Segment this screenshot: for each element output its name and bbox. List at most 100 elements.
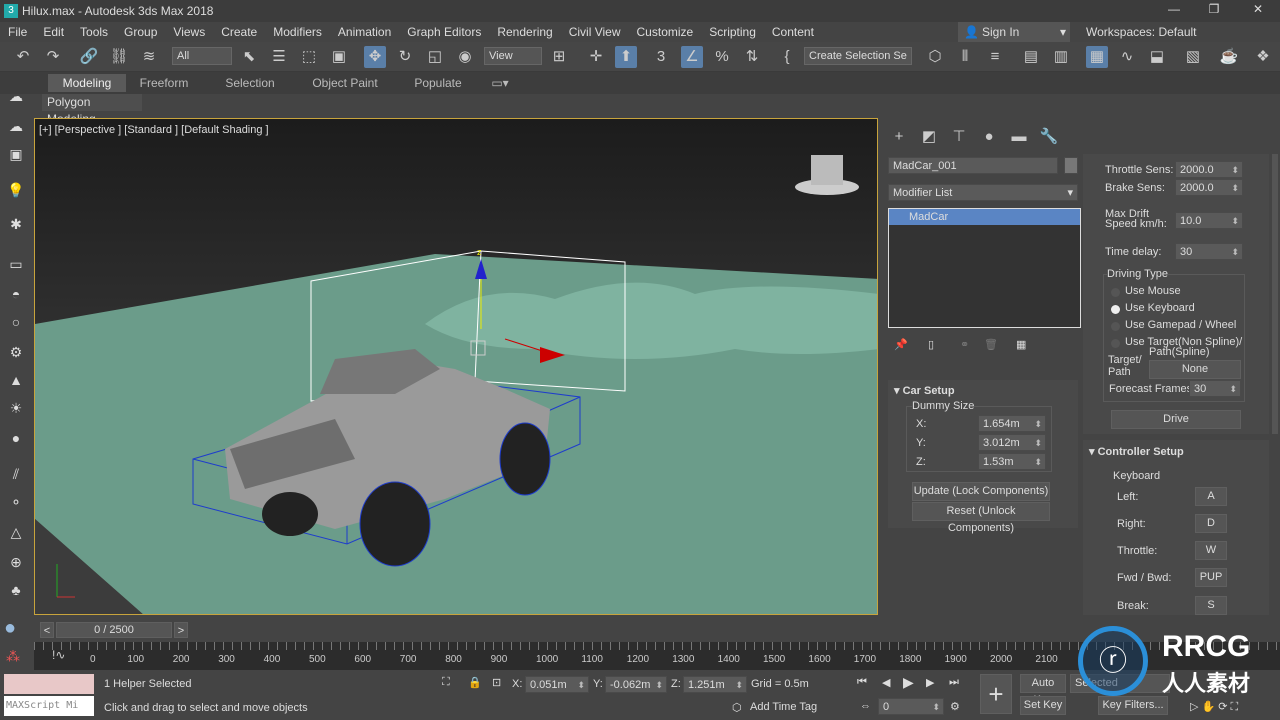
schematic-view-icon[interactable]: ∿: [1116, 46, 1138, 68]
time-delay-spinner[interactable]: 30: [1175, 243, 1243, 260]
link-icon[interactable]: 🔗: [78, 46, 100, 68]
redo-icon[interactable]: ↷: [42, 46, 64, 68]
break-key-button[interactable]: S: [1195, 596, 1227, 615]
window-crossing-icon[interactable]: ▣: [328, 46, 350, 68]
select-and-rotate-icon[interactable]: ↻: [394, 46, 416, 68]
lock-selection-icon[interactable]: 🔒: [468, 676, 482, 689]
layer-explorer-icon[interactable]: ▤: [1020, 46, 1042, 68]
motion-tab-icon[interactable]: ●: [978, 126, 1000, 148]
throttle-key-button[interactable]: W: [1195, 541, 1227, 560]
command-panel-scrollbar[interactable]: [1272, 154, 1278, 434]
key-mode-icon[interactable]: ⇔: [860, 700, 871, 712]
set-key-button[interactable]: Set Key: [1020, 696, 1066, 715]
helper-icon[interactable]: ✱: [6, 216, 26, 234]
curve-editor-icon[interactable]: ▦: [1086, 46, 1108, 68]
prev-frame-icon[interactable]: ◀: [882, 676, 890, 689]
tab-populate[interactable]: Populate: [404, 74, 472, 92]
named-selection-set-dropdown[interactable]: Create Selection Se: [804, 47, 912, 65]
menu-views[interactable]: Views: [165, 25, 213, 39]
make-unique-icon[interactable]: ⚭: [960, 338, 969, 351]
maxscript-listener-output[interactable]: [4, 674, 94, 694]
forecast-frames-spinner[interactable]: 30: [1189, 380, 1241, 397]
globe-icon[interactable]: ⊕: [6, 554, 26, 572]
prev-frame-button[interactable]: <: [40, 622, 54, 638]
particle-icon[interactable]: ⚬: [6, 494, 26, 512]
menu-group[interactable]: Group: [116, 25, 165, 39]
throttle-sens-spinner[interactable]: 2000.0: [1175, 161, 1243, 178]
plant-icon[interactable]: ♣: [6, 582, 26, 600]
left-key-button[interactable]: A: [1195, 487, 1227, 506]
right-key-button[interactable]: D: [1195, 514, 1227, 533]
minimize-button[interactable]: —: [1164, 2, 1184, 16]
next-frame-button[interactable]: >: [174, 622, 188, 638]
material-editor-icon[interactable]: ⬓: [1146, 46, 1168, 68]
menu-rendering[interactable]: Rendering: [489, 25, 560, 39]
angle-snap-icon[interactable]: ∠: [681, 46, 703, 68]
go-to-start-icon[interactable]: ⏮: [857, 676, 867, 689]
object-color-swatch[interactable]: [1064, 157, 1078, 174]
viewport-navigation-icons[interactable]: ▷ ✋ ⟳ ⛶: [1190, 700, 1238, 714]
pivot-center-icon[interactable]: ⊞: [548, 46, 570, 68]
perspective-viewport[interactable]: z [+] [Perspective ] [Standard ] [Defaul…: [34, 118, 878, 615]
cone-icon[interactable]: ▲: [6, 372, 26, 390]
z-coord-field[interactable]: 1.251m: [683, 676, 747, 693]
max-drift-spinner[interactable]: 10.0: [1175, 212, 1243, 229]
curve-editor-toggle-icon[interactable]: !∿: [52, 648, 65, 662]
y-coord-field[interactable]: -0.062m: [605, 676, 667, 693]
create-tab-icon[interactable]: +: [888, 126, 910, 148]
play-icon[interactable]: ▶: [903, 674, 914, 691]
polygon-modeling-panel[interactable]: Polygon Modeling: [42, 94, 142, 126]
menu-create[interactable]: Create: [213, 25, 265, 39]
place-icon[interactable]: ◉: [454, 46, 476, 68]
radio-use-mouse[interactable]: [1111, 288, 1120, 297]
reset-unlock-components-button[interactable]: Reset (Unlock Components): [912, 502, 1050, 534]
restore-button[interactable]: ❐: [1204, 2, 1224, 16]
snaps-toggle-icon[interactable]: 3: [650, 46, 672, 68]
sun-icon[interactable]: ☀: [6, 400, 26, 418]
dummy-x-spinner[interactable]: 1.654m: [978, 415, 1046, 432]
select-and-scale-icon[interactable]: ◱: [424, 46, 446, 68]
teapot-icon[interactable]: ☁: [6, 88, 26, 106]
x-coord-field[interactable]: 0.051m: [525, 676, 589, 693]
workspace-dropdown[interactable]: Workspaces: Default: [1086, 22, 1276, 42]
viewport-label[interactable]: [+] [Perspective ] [Standard ] [Default …: [39, 124, 269, 136]
stairs-icon[interactable]: ⫽: [6, 466, 26, 484]
utilities-tab-icon[interactable]: 🔧: [1038, 126, 1060, 148]
sphere-icon[interactable]: ○: [6, 314, 26, 332]
car-setup-title[interactable]: ▾ Car Setup: [894, 384, 955, 397]
radio-use-keyboard[interactable]: [1111, 305, 1120, 314]
add-time-tag-button[interactable]: Add Time Tag: [750, 701, 817, 713]
configure-modifier-sets-icon[interactable]: ▦: [1016, 338, 1026, 351]
menu-graph-editors[interactable]: Graph Editors: [399, 25, 489, 39]
isolate-selection-icon[interactable]: ⛶: [442, 676, 450, 689]
tab-selection[interactable]: Selection: [214, 74, 286, 92]
modify-tab-icon[interactable]: ◩: [918, 126, 940, 148]
ribbon-toggle-icon[interactable]: ▥: [1050, 46, 1072, 68]
select-and-move-icon[interactable]: ✥: [364, 46, 386, 68]
modifier-list-dropdown[interactable]: Modifier List ▾: [888, 184, 1078, 201]
ball-icon[interactable]: ●: [6, 430, 26, 448]
tab-freeform[interactable]: Freeform: [130, 74, 198, 92]
gear-icon[interactable]: ⚙: [6, 344, 26, 362]
rectangle-selection-icon[interactable]: ⬚: [298, 46, 320, 68]
menu-scripting[interactable]: Scripting: [701, 25, 764, 39]
dome-icon[interactable]: ◓: [6, 286, 26, 304]
close-button[interactable]: ✕: [1248, 2, 1268, 16]
pyramid-icon[interactable]: △: [6, 524, 26, 542]
select-object-icon[interactable]: ⬉: [238, 46, 260, 68]
reference-coordinate-dropdown[interactable]: View: [484, 47, 542, 65]
plane-icon[interactable]: ▭: [6, 256, 26, 274]
key-filters-button[interactable]: Key Filters...: [1098, 696, 1168, 715]
material-sphere-icon[interactable]: ●: [4, 617, 16, 640]
cloud-icon[interactable]: ☁: [6, 118, 26, 136]
menu-customize[interactable]: Customize: [629, 25, 702, 39]
menu-civil-view[interactable]: Civil View: [561, 25, 629, 39]
menu-modifiers[interactable]: Modifiers: [265, 25, 330, 39]
set-key-big-button[interactable]: +: [980, 674, 1012, 714]
drive-button[interactable]: Drive: [1111, 410, 1241, 429]
toggle-scene-explorer-icon[interactable]: ≡: [984, 46, 1006, 68]
brake-sens-spinner[interactable]: 2000.0: [1175, 179, 1243, 196]
maxscript-mini-listener[interactable]: MAXScript Mi: [4, 696, 94, 716]
next-frame-icon[interactable]: ▶: [926, 676, 934, 689]
light-icon[interactable]: 💡: [6, 182, 26, 200]
